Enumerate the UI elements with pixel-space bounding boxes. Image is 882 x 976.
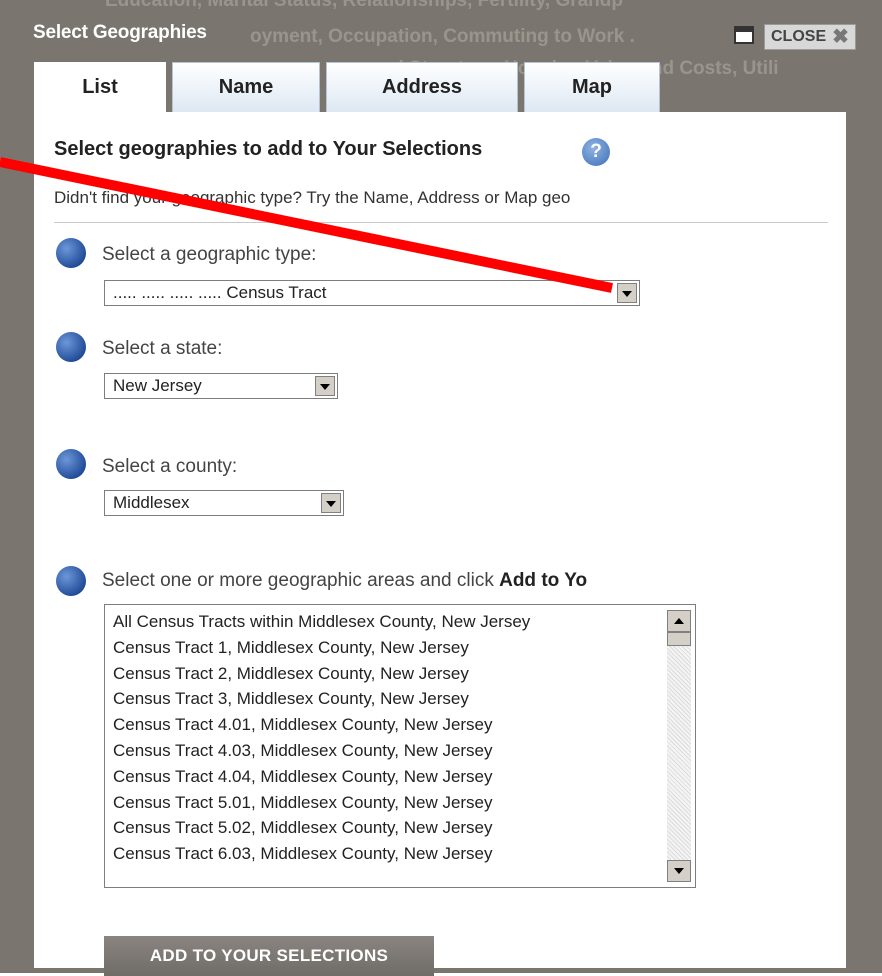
list-item[interactable]: Census Tract 1, Middlesex County, New Je… (113, 635, 530, 661)
list-item[interactable]: Census Tract 3, Middlesex County, New Je… (113, 686, 530, 712)
scroll-thumb[interactable] (667, 632, 691, 646)
dialog-title: Select Geographies (33, 22, 207, 43)
background-text-line: Education, Marital Status, Relationships… (105, 0, 624, 11)
areas-label-prefix: Select one or more geographic areas and … (102, 570, 500, 591)
add-to-selections-button[interactable]: ADD TO YOUR SELECTIONS (104, 936, 434, 976)
scrollbar[interactable] (667, 610, 691, 882)
step-bullet-icon (56, 566, 86, 596)
geographic-areas-listbox[interactable]: All Census Tracts within Middlesex Count… (104, 604, 696, 888)
close-icon: ✖ (832, 26, 849, 48)
list-item[interactable]: Census Tract 2, Middlesex County, New Je… (113, 661, 530, 687)
list-item[interactable]: Census Tract 4.04, Middlesex County, New… (113, 764, 530, 790)
state-label: Select a state: (102, 338, 223, 359)
tab-map[interactable]: Map (524, 62, 660, 112)
list-item[interactable]: All Census Tracts within Middlesex Count… (113, 609, 530, 635)
geographic-type-label: Select a geographic type: (102, 244, 317, 265)
tab-name[interactable]: Name (172, 62, 320, 112)
areas-list: All Census Tracts within Middlesex Count… (113, 609, 530, 867)
chevron-down-icon (321, 493, 341, 513)
chevron-down-icon (617, 283, 637, 303)
geographic-type-select[interactable]: ..... ..... ..... ..... Census Tract (104, 280, 640, 306)
dialog-frame-right (846, 0, 882, 973)
step-bullet-icon (56, 238, 86, 268)
scroll-up-icon[interactable] (667, 610, 691, 632)
maximize-icon[interactable] (734, 26, 754, 44)
divider (54, 222, 828, 223)
county-label: Select a county: (102, 456, 238, 477)
list-item[interactable]: Census Tract 6.03, Middlesex County, New… (113, 841, 530, 867)
list-item[interactable]: Census Tract 4.01, Middlesex County, New… (113, 712, 530, 738)
step-bullet-icon (56, 332, 86, 362)
list-item[interactable]: Census Tract 5.01, Middlesex County, New… (113, 790, 530, 816)
geographic-type-value: ..... ..... ..... ..... Census Tract (113, 283, 327, 302)
chevron-down-icon (315, 376, 335, 396)
scroll-down-icon[interactable] (667, 860, 691, 882)
panel-heading: Select geographies to add to Your Select… (54, 138, 483, 160)
help-icon[interactable]: ? (582, 138, 610, 166)
state-select[interactable]: New Jersey (104, 373, 338, 399)
areas-label: Select one or more geographic areas and … (102, 570, 587, 592)
tab-address[interactable]: Address (326, 62, 518, 112)
county-select[interactable]: Middlesex (104, 490, 344, 516)
hint-text: Didn't find your geographic type? Try th… (54, 188, 571, 207)
close-label: CLOSE (771, 28, 827, 45)
step-bullet-icon (56, 449, 86, 479)
list-item[interactable]: Census Tract 4.03, Middlesex County, New… (113, 738, 530, 764)
county-value: Middlesex (113, 493, 190, 512)
close-button[interactable]: CLOSE ✖ (764, 24, 856, 50)
tab-list[interactable]: List (34, 62, 166, 112)
list-item[interactable]: Census Tract 5.02, Middlesex County, New… (113, 815, 530, 841)
state-value: New Jersey (113, 376, 202, 395)
areas-label-bold: Add to Yo (499, 570, 588, 591)
dialog-frame-left (0, 112, 34, 973)
background-text-line: oyment, Occupation, Commuting to Work . (250, 26, 635, 47)
